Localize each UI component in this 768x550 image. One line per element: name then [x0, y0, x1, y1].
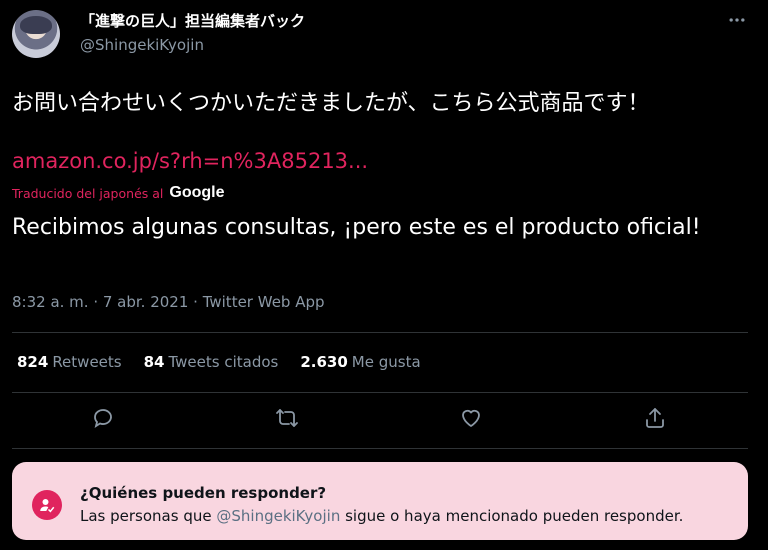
divider [12, 332, 748, 333]
reply-restriction-desc: Las personas que @ShingekiKyojin sigue o… [80, 507, 684, 525]
reply-restriction-box: ¿Quiénes pueden responder? Las personas … [12, 462, 748, 540]
more-options-icon[interactable] [726, 10, 748, 30]
google-logo: Google [169, 184, 225, 201]
reply-restriction-title: ¿Quiénes pueden responder? [80, 484, 327, 502]
tweet-translation: Recibimos algunas consultas, ¡pero este … [12, 215, 701, 240]
share-icon[interactable] [643, 406, 671, 434]
divider [12, 448, 748, 449]
author-handle[interactable]: @ShingekiKyojin [80, 36, 204, 54]
tweet-link[interactable]: amazon.co.jp/s?rh=n%3A85213... [12, 149, 368, 173]
retweet-icon[interactable] [275, 406, 303, 434]
reply-icon[interactable] [91, 406, 119, 434]
divider [12, 392, 748, 393]
stats-row: 824 Retweets 84 Tweets citados 2.630 Me gus… [17, 353, 421, 371]
tweet-meta[interactable]: 8:32 a. m. · 7 abr. 2021 · Twitter Web A… [12, 293, 325, 311]
mention-user-icon [32, 490, 62, 520]
mention-link[interactable]: @ShingekiKyojin [216, 507, 340, 525]
author-display-name[interactable]: 「進撃の巨人」担当編集者バック [80, 10, 305, 31]
avatar[interactable] [12, 10, 60, 58]
like-icon[interactable] [459, 406, 487, 434]
quote-tweets-stat[interactable]: 84 Tweets citados [144, 353, 279, 371]
translation-label: Traducido del japonés al [12, 185, 164, 201]
tweet-text: お問い合わせいくつかいただきましたが、こちら公式商品です！ [12, 91, 650, 116]
translation-attribution: Traducido del japonés al Google [12, 184, 224, 202]
likes-stat[interactable]: 2.630 Me gusta [300, 353, 420, 371]
retweets-stat[interactable]: 824 Retweets [17, 353, 122, 371]
